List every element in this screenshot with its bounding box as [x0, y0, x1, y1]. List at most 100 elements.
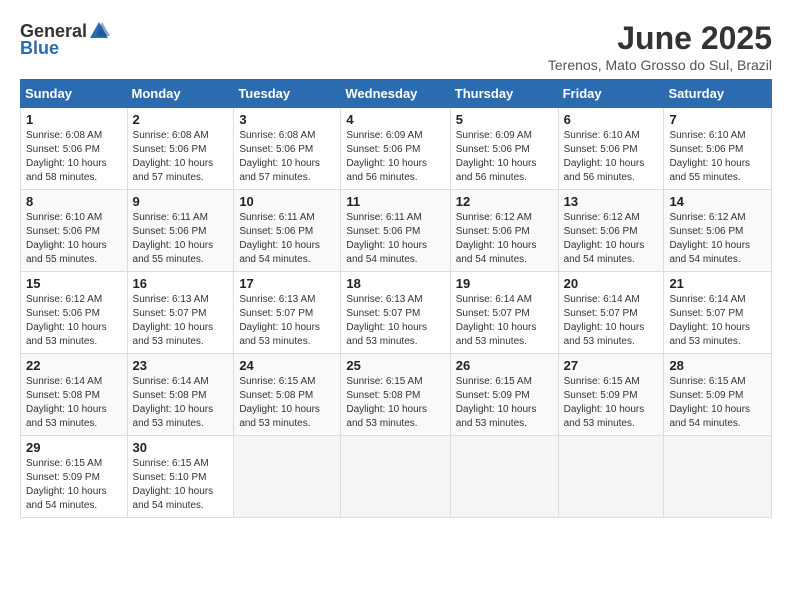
day-number: 23	[133, 358, 229, 373]
title-block: June 2025 Terenos, Mato Grosso do Sul, B…	[548, 20, 772, 73]
cell-info: Sunrise: 6:10 AM Sunset: 5:06 PM Dayligh…	[564, 129, 659, 185]
day-of-week-header: Monday	[127, 80, 234, 108]
calendar-cell: 4Sunrise: 6:09 AM Sunset: 5:06 PM Daylig…	[341, 108, 450, 190]
calendar-week-row: 15Sunrise: 6:12 AM Sunset: 5:06 PM Dayli…	[21, 272, 772, 354]
calendar-week-row: 8Sunrise: 6:10 AM Sunset: 5:06 PM Daylig…	[21, 190, 772, 272]
calendar-cell: 7 Sunrise: 6:10 AM Sunset: 5:06 PM Daylig…	[664, 108, 772, 190]
cell-info: Sunrise: 6:15 AM Sunset: 5:09 PM Dayligh…	[669, 375, 766, 431]
day-number: 27	[564, 358, 659, 373]
calendar-cell: 24 Sunrise: 6:15 AM Sunset: 5:08 PM Dayli…	[234, 354, 341, 436]
cell-info: Sunrise: 6:15 AM Sunset: 5:09 PM Dayligh…	[564, 375, 659, 431]
calendar-cell	[234, 436, 341, 518]
cell-info: Sunrise: 6:08 AM Sunset: 5:06 PM Dayligh…	[26, 129, 122, 185]
day-number: 20	[564, 276, 659, 291]
cell-info: Sunrise: 6:15 AM Sunset: 5:08 PM Dayligh…	[239, 375, 335, 431]
day-number: 30	[133, 440, 229, 455]
cell-info: Sunrise: 6:11 AM Sunset: 5:06 PM Dayligh…	[133, 211, 229, 267]
page-header: General Blue June 2025 Terenos, Mato Gro…	[20, 20, 772, 73]
calendar-week-row: 29 Sunrise: 6:15 AM Sunset: 5:09 PM Dayli…	[21, 436, 772, 518]
day-number: 28	[669, 358, 766, 373]
calendar-cell: 8Sunrise: 6:10 AM Sunset: 5:06 PM Daylig…	[21, 190, 128, 272]
cell-info: Sunrise: 6:08 AM Sunset: 5:06 PM Dayligh…	[239, 129, 335, 185]
calendar-cell	[558, 436, 664, 518]
calendar-cell: 9 Sunrise: 6:11 AM Sunset: 5:06 PM Daylig…	[127, 190, 234, 272]
day-number: 24	[239, 358, 335, 373]
calendar-cell: 11Sunrise: 6:11 AM Sunset: 5:06 PM Dayli…	[341, 190, 450, 272]
calendar-cell: 20 Sunrise: 6:14 AM Sunset: 5:07 PM Dayli…	[558, 272, 664, 354]
day-number: 3	[239, 112, 335, 127]
calendar-cell: 19Sunrise: 6:14 AM Sunset: 5:07 PM Dayli…	[450, 272, 558, 354]
day-of-week-header: Saturday	[664, 80, 772, 108]
days-of-week-row: SundayMondayTuesdayWednesdayThursdayFrid…	[21, 80, 772, 108]
calendar-cell: 14Sunrise: 6:12 AM Sunset: 5:06 PM Dayli…	[664, 190, 772, 272]
cell-info: Sunrise: 6:12 AM Sunset: 5:06 PM Dayligh…	[669, 211, 766, 267]
calendar-cell: 28 Sunrise: 6:15 AM Sunset: 5:09 PM Dayli…	[664, 354, 772, 436]
cell-info: Sunrise: 6:14 AM Sunset: 5:07 PM Dayligh…	[564, 293, 659, 349]
day-number: 17	[239, 276, 335, 291]
day-number: 26	[456, 358, 553, 373]
day-number: 13	[564, 194, 659, 209]
day-of-week-header: Thursday	[450, 80, 558, 108]
calendar-cell: 21 Sunrise: 6:14 AM Sunset: 5:07 PM Dayli…	[664, 272, 772, 354]
day-number: 21	[669, 276, 766, 291]
day-number: 22	[26, 358, 122, 373]
day-of-week-header: Tuesday	[234, 80, 341, 108]
cell-info: Sunrise: 6:10 AM Sunset: 5:06 PM Dayligh…	[26, 211, 122, 267]
day-number: 29	[26, 440, 122, 455]
calendar-cell: 10 Sunrise: 6:11 AM Sunset: 5:06 PM Dayli…	[234, 190, 341, 272]
cell-info: Sunrise: 6:13 AM Sunset: 5:07 PM Dayligh…	[239, 293, 335, 349]
location-subtitle: Terenos, Mato Grosso do Sul, Brazil	[548, 57, 772, 73]
day-number: 2	[133, 112, 229, 127]
cell-info: Sunrise: 6:09 AM Sunset: 5:06 PM Dayligh…	[456, 129, 553, 185]
cell-info: Sunrise: 6:10 AM Sunset: 5:06 PM Dayligh…	[669, 129, 766, 185]
calendar-cell: 6 Sunrise: 6:10 AM Sunset: 5:06 PM Daylig…	[558, 108, 664, 190]
cell-info: Sunrise: 6:15 AM Sunset: 5:08 PM Dayligh…	[346, 375, 444, 431]
calendar-cell: 5Sunrise: 6:09 AM Sunset: 5:06 PM Daylig…	[450, 108, 558, 190]
day-number: 25	[346, 358, 444, 373]
calendar-cell: 30 Sunrise: 6:15 AM Sunset: 5:10 PM Dayli…	[127, 436, 234, 518]
cell-info: Sunrise: 6:15 AM Sunset: 5:10 PM Dayligh…	[133, 457, 229, 513]
day-of-week-header: Sunday	[21, 80, 128, 108]
cell-info: Sunrise: 6:08 AM Sunset: 5:06 PM Dayligh…	[133, 129, 229, 185]
calendar-table: SundayMondayTuesdayWednesdayThursdayFrid…	[20, 79, 772, 518]
day-number: 11	[346, 194, 444, 209]
calendar-cell: 1 Sunrise: 6:08 AM Sunset: 5:06 PM Daylig…	[21, 108, 128, 190]
day-number: 12	[456, 194, 553, 209]
day-number: 15	[26, 276, 122, 291]
cell-info: Sunrise: 6:13 AM Sunset: 5:07 PM Dayligh…	[346, 293, 444, 349]
calendar-cell: 2 Sunrise: 6:08 AM Sunset: 5:06 PM Daylig…	[127, 108, 234, 190]
calendar-cell	[450, 436, 558, 518]
calendar-cell: 25 Sunrise: 6:15 AM Sunset: 5:08 PM Dayli…	[341, 354, 450, 436]
day-of-week-header: Friday	[558, 80, 664, 108]
calendar-cell: 17 Sunrise: 6:13 AM Sunset: 5:07 PM Dayli…	[234, 272, 341, 354]
calendar-cell: 3 Sunrise: 6:08 AM Sunset: 5:06 PM Daylig…	[234, 108, 341, 190]
day-number: 9	[133, 194, 229, 209]
day-number: 1	[26, 112, 122, 127]
day-number: 7	[669, 112, 766, 127]
cell-info: Sunrise: 6:15 AM Sunset: 5:09 PM Dayligh…	[456, 375, 553, 431]
day-number: 19	[456, 276, 553, 291]
day-number: 10	[239, 194, 335, 209]
cell-info: Sunrise: 6:14 AM Sunset: 5:07 PM Dayligh…	[669, 293, 766, 349]
calendar-cell	[664, 436, 772, 518]
calendar-cell: 29 Sunrise: 6:15 AM Sunset: 5:09 PM Dayli…	[21, 436, 128, 518]
calendar-cell: 22Sunrise: 6:14 AM Sunset: 5:08 PM Dayli…	[21, 354, 128, 436]
calendar-cell: 13Sunrise: 6:12 AM Sunset: 5:06 PM Dayli…	[558, 190, 664, 272]
cell-info: Sunrise: 6:13 AM Sunset: 5:07 PM Dayligh…	[133, 293, 229, 349]
calendar-body: 1 Sunrise: 6:08 AM Sunset: 5:06 PM Daylig…	[21, 108, 772, 518]
day-number: 18	[346, 276, 444, 291]
calendar-week-row: 22 Sunrise: 6:14 AM Sunset: 5:08 PM Dayli…	[21, 354, 772, 436]
cell-info: Sunrise: 6:15 AM Sunset: 5:09 PM Dayligh…	[26, 457, 122, 513]
cell-info: Sunrise: 6:14 AM Sunset: 5:08 PM Dayligh…	[133, 375, 229, 431]
cell-info: Sunrise: 6:11 AM Sunset: 5:06 PM Dayligh…	[239, 211, 335, 267]
calendar-cell: 18 Sunrise: 6:13 AM Sunset: 5:07 PM Dayli…	[341, 272, 450, 354]
logo-icon	[88, 20, 110, 42]
calendar-cell	[341, 436, 450, 518]
day-number: 6	[564, 112, 659, 127]
cell-info: Sunrise: 6:12 AM Sunset: 5:06 PM Dayligh…	[456, 211, 553, 267]
day-number: 4	[346, 112, 444, 127]
calendar-cell: 12 Sunrise: 6:12 AM Sunset: 5:06 PM Dayli…	[450, 190, 558, 272]
calendar-cell: 27 Sunrise: 6:15 AM Sunset: 5:09 PM Dayli…	[558, 354, 664, 436]
day-number: 16	[133, 276, 229, 291]
logo-blue-text: Blue	[20, 38, 59, 59]
